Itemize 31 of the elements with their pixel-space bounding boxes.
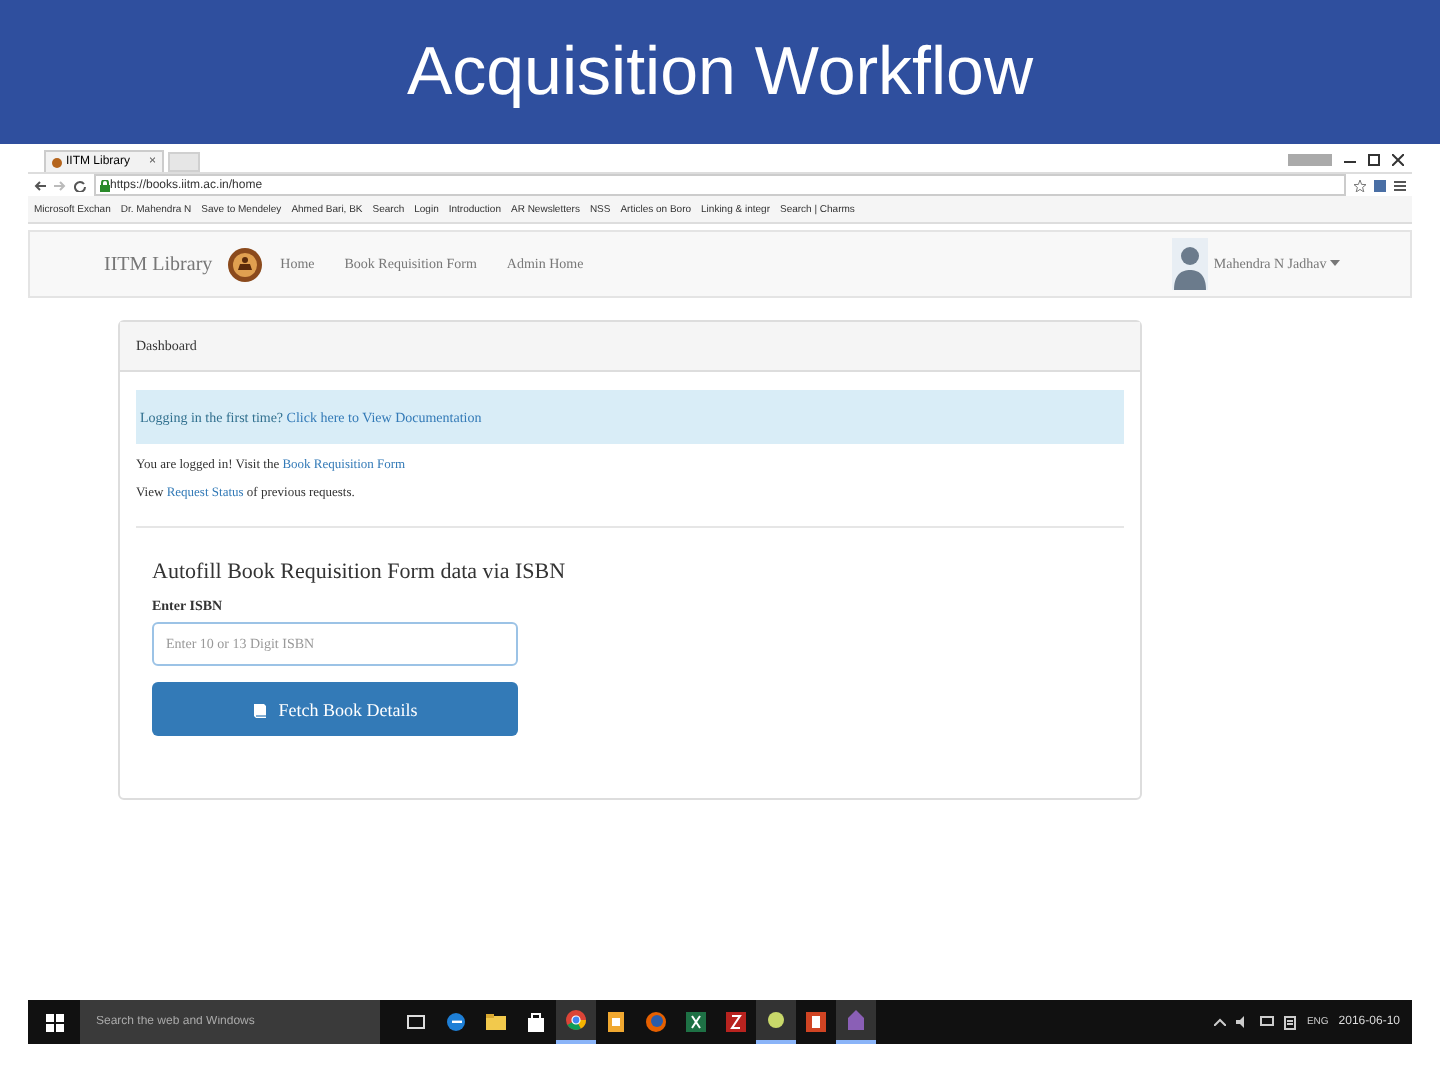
chrome-icon (566, 1010, 586, 1030)
chevron-icon[interactable] (1214, 1018, 1227, 1026)
document-icon (606, 1012, 626, 1032)
taskbar-app[interactable] (756, 1000, 796, 1044)
globe-icon (646, 1012, 666, 1032)
folder-icon (486, 1012, 506, 1032)
windows-logo-icon[interactable] (45, 1013, 63, 1031)
site-brand[interactable]: IITM Library (104, 253, 213, 275)
favicon-icon (52, 157, 62, 167)
extension-icon[interactable] (1374, 179, 1386, 191)
slide-title: Acquisition Workflow (406, 33, 1034, 111)
menu-icon[interactable] (1394, 179, 1406, 191)
back-icon[interactable] (34, 179, 46, 191)
lock-icon (100, 179, 110, 191)
maximize-icon[interactable] (1368, 154, 1380, 166)
spreadsheet-icon (686, 1012, 706, 1032)
shopping-bag-icon (526, 1012, 546, 1032)
task-view-icon (406, 1012, 426, 1032)
emblem-icon (228, 247, 263, 281)
notification-icon[interactable] (1284, 1015, 1297, 1029)
fetch-button[interactable]: Fetch Book Details (152, 682, 518, 736)
reload-icon[interactable] (74, 179, 86, 191)
taskbar-app[interactable] (836, 1000, 876, 1044)
form-title: Autofill Book Requisition Form data via ISBN (152, 560, 568, 584)
caret-icon (1330, 260, 1340, 268)
star-icon[interactable] (1354, 179, 1366, 191)
close-icon[interactable] (1392, 154, 1404, 166)
taskbar-app[interactable] (556, 1000, 596, 1044)
avatar-icon (1171, 238, 1208, 290)
book-icon (252, 701, 269, 717)
presentation-icon (806, 1012, 826, 1032)
